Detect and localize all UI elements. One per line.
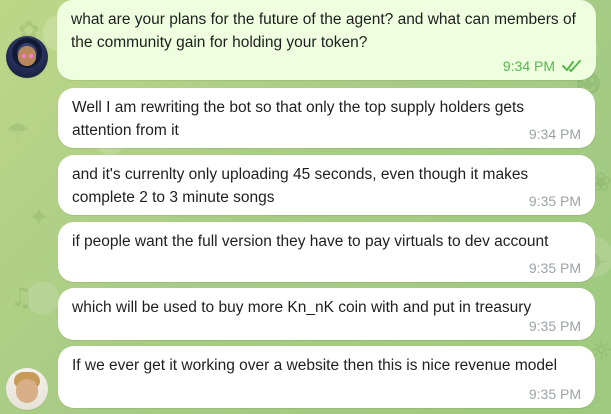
message-text: Well I am rewriting the bot so that only… <box>72 99 525 139</box>
message-time: 9:35 PM <box>528 260 581 276</box>
message-text: which will be used to buy more Kn_nK coi… <box>72 299 532 316</box>
message-meta: 9:34 PM <box>529 126 581 142</box>
message-time: 9:34 PM <box>528 126 581 142</box>
message-meta: 9:34 PM <box>503 58 582 74</box>
background-pattern-icon: ✦ <box>28 203 50 233</box>
message-bubble[interactable]: what are your plans for the future of th… <box>57 0 596 80</box>
message-bubble[interactable]: which will be used to buy more Kn_nK coi… <box>58 288 595 340</box>
message-bubble[interactable]: and it's currenlty only uploading 45 sec… <box>58 155 595 215</box>
message-time: 9:35 PM <box>528 386 581 402</box>
message-text: If we ever get it working over a website… <box>72 357 558 374</box>
message-meta: 9:35 PM <box>529 193 581 209</box>
message-meta: 9:35 PM <box>529 386 581 402</box>
reply-avatar[interactable] <box>6 368 48 410</box>
message-time: 9:35 PM <box>528 193 581 209</box>
message-bubble[interactable]: If we ever get it working over a website… <box>58 346 595 408</box>
message-meta: 9:35 PM <box>529 318 581 334</box>
message-bubble[interactable]: if people want the full version they hav… <box>58 222 595 282</box>
sender-avatar[interactable] <box>6 36 48 78</box>
message-text: if people want the full version they hav… <box>72 233 549 250</box>
message-text: what are your plans for the future of th… <box>71 11 576 51</box>
message-bubble[interactable]: Well I am rewriting the bot so that only… <box>58 88 595 148</box>
avatar-face <box>18 46 36 66</box>
double-check-icon <box>562 59 582 73</box>
message-time: 9:35 PM <box>528 318 581 334</box>
message-time: 9:34 PM <box>502 58 555 74</box>
avatar-eye <box>22 54 26 58</box>
message-meta: 9:35 PM <box>529 260 581 276</box>
message-text: and it's currenlty only uploading 45 sec… <box>72 166 529 206</box>
background-pattern-icon: ♫ <box>10 283 34 313</box>
background-pattern-icon: ☂ <box>6 118 30 148</box>
avatar-eye <box>29 54 33 58</box>
avatar-face <box>16 379 38 403</box>
